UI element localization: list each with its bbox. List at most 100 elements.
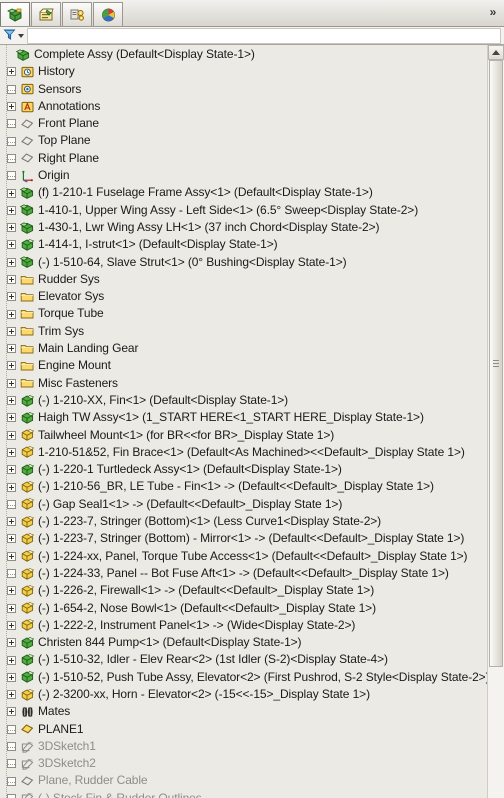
tree-item[interactable]: Tailwheel Mount<1> (for BR<<for BR>_Disp…: [0, 427, 488, 444]
tree-item[interactable]: 1-210-51&52, Fin Brace<1> (Default<As Ma…: [0, 444, 488, 461]
tree-item[interactable]: 3D (-) Stock Fin & Rudder Outlines: [0, 790, 488, 798]
expand-plus-icon[interactable]: [7, 309, 16, 319]
part-green-icon: [20, 653, 35, 667]
tree-item[interactable]: Origin: [0, 167, 488, 184]
tree-item[interactable]: (-) 1-210-56_BR, LE Tube - Fin<1> -> (De…: [0, 478, 488, 495]
expand-plus-icon[interactable]: [7, 240, 16, 250]
expand-plus-icon[interactable]: [7, 430, 16, 440]
tree-item[interactable]: (-) 1-223-7, Stringer (Bottom) - Mirror<…: [0, 530, 488, 547]
tree-item[interactable]: (-) 1-220-1 Turtledeck Assy<1> (Default<…: [0, 461, 488, 478]
tree-item[interactable]: (-) Gap Seal1<1> -> (Default<<Default>_D…: [0, 496, 488, 513]
expand-plus-icon[interactable]: [7, 413, 16, 423]
tree-item[interactable]: 1-430-1, Lwr Wing Assy LH<1> (37 inch Ch…: [0, 219, 488, 236]
expand-plus-icon[interactable]: [7, 482, 16, 492]
tree-item[interactable]: 1-410-1, Upper Wing Assy - Left Side<1> …: [0, 202, 488, 219]
tab-feature-manager[interactable]: [0, 2, 30, 26]
tree-item-label: (f) 1-210-1 Fuselage Frame Assy<1> (Defa…: [38, 185, 373, 200]
expand-plus-icon[interactable]: [7, 672, 16, 682]
expand-plus-icon[interactable]: [7, 361, 16, 371]
display-manager-icon: [100, 7, 117, 23]
tree-item[interactable]: Trim Sys: [0, 323, 488, 340]
tree-item[interactable]: Mates: [0, 703, 488, 720]
scrollbar-track[interactable]: [488, 60, 504, 798]
expand-plus-icon[interactable]: [7, 102, 16, 112]
tree-item[interactable]: Torque Tube: [0, 305, 488, 322]
assembly-green-icon: [20, 186, 35, 200]
toolbar-overflow-button[interactable]: »: [484, 3, 500, 21]
tree-item[interactable]: 3D 3DSketch1: [0, 738, 488, 755]
expand-plus-icon[interactable]: [7, 257, 16, 267]
expand-plus-icon[interactable]: [7, 223, 16, 233]
tree-item[interactable]: (f) 1-210-1 Fuselage Frame Assy<1> (Defa…: [0, 184, 488, 201]
tree-item[interactable]: (-) 1-222-2, Instrument Panel<1> -> (Wid…: [0, 617, 488, 634]
expand-plus-icon[interactable]: [7, 551, 16, 561]
sketch3d-icon: 3D: [20, 740, 35, 754]
tree-item[interactable]: Engine Mount: [0, 357, 488, 374]
tree-item[interactable]: (-) 1-510-52, Push Tube Assy, Elevator<2…: [0, 669, 488, 686]
expand-plus-icon[interactable]: [7, 205, 16, 215]
tree-item[interactable]: Misc Fasteners: [0, 375, 488, 392]
expand-plus-icon[interactable]: [7, 707, 16, 717]
tree-item[interactable]: (-) 1-224-xx, Panel, Torque Tube Access<…: [0, 548, 488, 565]
expand-plus-icon[interactable]: [7, 447, 16, 457]
scroll-up-button[interactable]: [488, 45, 504, 60]
tree-branch-line: [7, 171, 16, 181]
history-icon: [20, 65, 35, 79]
part-green-icon: [20, 463, 35, 477]
tree-item[interactable]: 1-414-1, I-strut<1> (Default<Display Sta…: [0, 236, 488, 253]
expand-plus-icon[interactable]: [7, 534, 16, 544]
part-yellow-icon: [20, 601, 35, 615]
tree-item[interactable]: (-) 2-3200-xx, Horn - Elevator<2> (-15<<…: [0, 686, 488, 703]
tree-item[interactable]: Front Plane: [0, 115, 488, 132]
expand-plus-icon[interactable]: [7, 275, 16, 284]
expand-plus-icon[interactable]: [7, 67, 16, 77]
expand-plus-icon[interactable]: [7, 396, 16, 406]
tree-item[interactable]: (-) 1-510-64, Slave Strut<1> (0° Bushing…: [0, 254, 488, 271]
vertical-scrollbar[interactable]: [487, 45, 504, 798]
expand-plus-icon[interactable]: [7, 638, 16, 648]
tree-item[interactable]: Sensors: [0, 81, 488, 98]
expand-plus-icon[interactable]: [7, 586, 16, 596]
tree-item[interactable]: Elevator Sys: [0, 288, 488, 305]
tab-display-manager[interactable]: [93, 2, 123, 26]
tree-item[interactable]: History: [0, 63, 488, 80]
expand-plus-icon[interactable]: [7, 378, 16, 388]
tree-item[interactable]: Christen 844 Pump<1> (Default<Display St…: [0, 634, 488, 651]
tree-item[interactable]: (-) 1-510-32, Idler - Elev Rear<2> (1st …: [0, 651, 488, 668]
filter-dropdown-button[interactable]: [3, 28, 24, 44]
tree-item[interactable]: (-) 1-210-XX, Fin<1> (Default<Display St…: [0, 392, 488, 409]
tree-item-label: 3DSketch2: [38, 756, 96, 771]
feature-tree[interactable]: Complete Assy (Default<Display State-1>)…: [0, 45, 488, 798]
tree-item[interactable]: (-) 1-223-7, Stringer (Bottom)<1> (Less …: [0, 513, 488, 530]
tree-item[interactable]: (-) 1-654-2, Nose Bowl<1> (Default<<Defa…: [0, 600, 488, 617]
expand-plus-icon[interactable]: [7, 690, 16, 700]
tree-item[interactable]: (-) 1-226-2, Firewall<1> -> (Default<<De…: [0, 582, 488, 599]
expand-plus-icon[interactable]: [7, 517, 16, 527]
part-yellow-icon: [20, 688, 35, 702]
tree-item[interactable]: Rudder Sys: [0, 271, 488, 288]
expand-plus-icon[interactable]: [7, 620, 16, 630]
expand-plus-icon[interactable]: [7, 603, 16, 613]
tab-property-manager[interactable]: [31, 2, 61, 26]
tab-configuration-manager[interactable]: [62, 2, 92, 26]
tree-item[interactable]: Main Landing Gear: [0, 340, 488, 357]
tree-item[interactable]: Right Plane: [0, 150, 488, 167]
tree-item[interactable]: Haigh TW Assy<1> (1_START HERE<1_START H…: [0, 409, 488, 426]
filter-input[interactable]: [27, 27, 501, 44]
scrollbar-thumb[interactable]: [489, 60, 503, 667]
expand-plus-icon[interactable]: [7, 188, 16, 198]
tree-item[interactable]: Annotations: [0, 98, 488, 115]
tree-item[interactable]: Top Plane: [0, 132, 488, 149]
tree-item-label: Torque Tube: [38, 306, 104, 321]
tree-item[interactable]: 3D 3DSketch2: [0, 755, 488, 772]
tree-item[interactable]: (-) 1-224-33, Panel -- Bot Fuse Aft<1> -…: [0, 565, 488, 582]
expand-plus-icon[interactable]: [7, 655, 16, 665]
tree-item[interactable]: Plane, Rudder Cable: [0, 772, 488, 789]
tree-item-label: (-) 1-226-2, Firewall<1> -> (Default<<De…: [38, 583, 375, 598]
expand-plus-icon[interactable]: [7, 292, 16, 302]
tree-item[interactable]: Complete Assy (Default<Display State-1>): [0, 46, 488, 63]
expand-plus-icon[interactable]: [7, 344, 16, 354]
expand-plus-icon[interactable]: [7, 465, 16, 475]
expand-plus-icon[interactable]: [7, 326, 16, 336]
tree-item[interactable]: PLANE1: [0, 721, 488, 738]
